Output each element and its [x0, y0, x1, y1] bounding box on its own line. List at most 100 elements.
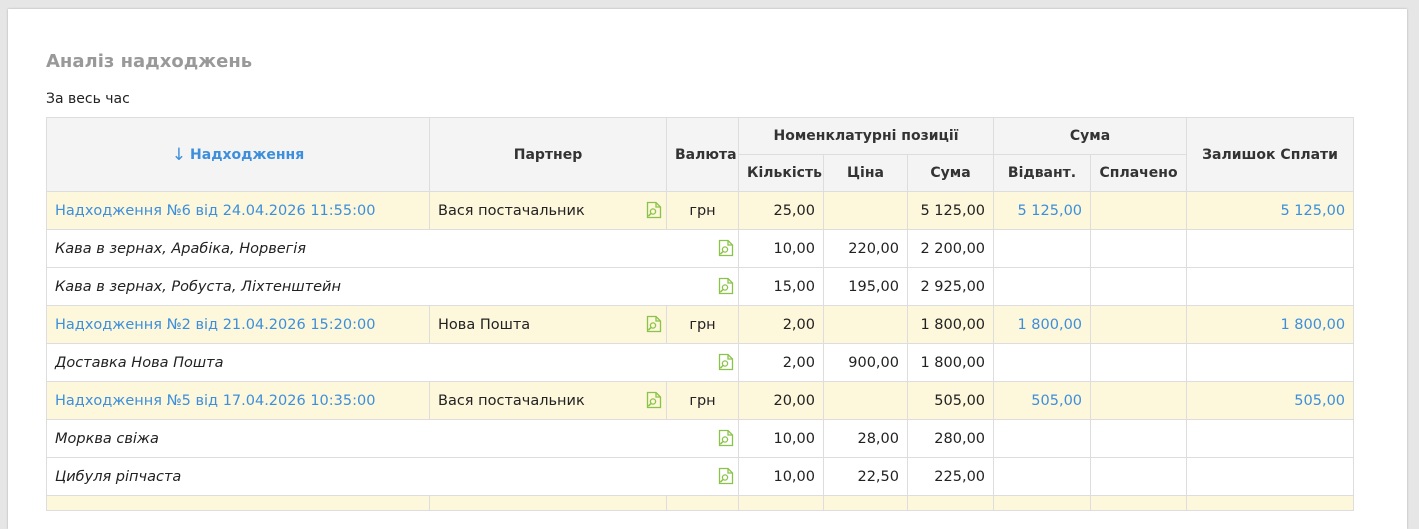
shipped-cell: [993, 419, 1092, 458]
item-name: Доставка Нова Пошта: [55, 354, 224, 371]
balance-cell: [1186, 267, 1355, 306]
shipped-link[interactable]: 1 800,00: [993, 305, 1092, 344]
amount-cell: 1 800,00: [906, 343, 995, 382]
column-header-paid: Сплачено: [1090, 154, 1188, 192]
shipped-cell: [993, 457, 1092, 496]
paid-cell: [1090, 267, 1188, 306]
document-search-icon[interactable]: [718, 277, 734, 295]
column-group-sum: Сума: [993, 117, 1188, 155]
qty-cell: 15,00: [738, 267, 824, 306]
document-search-icon[interactable]: [646, 315, 662, 333]
column-header-shipped: Відвант.: [993, 154, 1092, 192]
currency-cell: грн: [666, 381, 739, 420]
qty-cell: 10,00: [738, 229, 824, 268]
balance-cell: [1186, 229, 1355, 268]
column-header-receipt[interactable]: ↓ Надходження: [46, 117, 430, 192]
paid-cell: [1090, 343, 1188, 382]
item-name: Цибуля ріпчаста: [55, 468, 182, 485]
paid-cell: [1090, 381, 1188, 420]
balance-cell: [1186, 419, 1355, 458]
shipped-cell: [993, 267, 1092, 306]
shipped-cell: [993, 343, 1092, 382]
document-search-icon[interactable]: [718, 467, 734, 485]
price-cell: 195,00: [823, 267, 908, 306]
amount-cell: 505,00: [906, 381, 995, 420]
shipped-link[interactable]: 505,00: [993, 381, 1092, 420]
partial-cell: [993, 495, 1092, 511]
receipt-link[interactable]: Надходження №5 від 17.04.2026 10:35:00: [46, 381, 430, 420]
balance-link[interactable]: 1 800,00: [1186, 305, 1355, 344]
paid-cell: [1090, 457, 1188, 496]
item-name-cell: Кава в зернах, Робуста, Ліхтенштейн: [46, 267, 739, 306]
partial-cell: [906, 495, 995, 511]
column-group-positions: Номенклатурні позиції: [737, 117, 995, 155]
document-search-icon[interactable]: [646, 201, 662, 219]
item-name: Кава в зернах, Арабіка, Норвегія: [55, 240, 307, 257]
column-header-partner: Партнер: [429, 117, 667, 192]
balance-cell: [1186, 457, 1355, 496]
amount-cell: 2 925,00: [906, 267, 995, 306]
item-name-cell: Кава в зернах, Арабіка, Норвегія: [46, 229, 739, 268]
price-cell: 28,00: [823, 419, 908, 458]
arrow-down-icon: ↓: [171, 144, 187, 165]
column-header-qty: Кількість: [738, 154, 824, 192]
balance-link[interactable]: 5 125,00: [1186, 191, 1355, 230]
paid-cell: [1090, 305, 1188, 344]
amount-cell: 280,00: [906, 419, 995, 458]
amount-cell: 5 125,00: [906, 191, 995, 230]
period-label: За весь час: [46, 91, 130, 107]
paid-cell: [1090, 191, 1188, 230]
receipt-row: Надходження №5 від 17.04.2026 10:35:00 В…: [46, 381, 1355, 420]
partner-cell: Вася постачальник: [429, 381, 667, 420]
column-header-currency: Валюта: [666, 117, 739, 192]
amount-cell: 225,00: [906, 457, 995, 496]
price-cell: 220,00: [823, 229, 908, 268]
partner-cell: Нова Пошта: [429, 305, 667, 344]
qty-cell: 10,00: [738, 419, 824, 458]
item-row: Доставка Нова Пошта 2,00 900,00 1 800,00: [46, 343, 1355, 382]
partial-cell: [1186, 495, 1355, 511]
partial-cell: [1090, 495, 1188, 511]
receipt-row: Надходження №2 від 21.04.2026 15:20:00 Н…: [46, 305, 1355, 344]
qty-cell: 10,00: [738, 457, 824, 496]
receipt-link[interactable]: Надходження №2 від 21.04.2026 15:20:00: [46, 305, 430, 344]
balance-link[interactable]: 505,00: [1186, 381, 1355, 420]
page-title: Аналіз надходжень: [46, 51, 253, 72]
document-search-icon[interactable]: [718, 239, 734, 257]
item-name-cell: Морква свіжа: [46, 419, 739, 458]
item-row: Кава в зернах, Арабіка, Норвегія 10,00 2…: [46, 229, 1355, 268]
partner-name: Вася постачальник: [438, 202, 585, 219]
column-header-receipt-label: Надходження: [190, 146, 305, 163]
document-search-icon[interactable]: [718, 429, 734, 447]
item-name-cell: Цибуля ріпчаста: [46, 457, 739, 496]
amount-cell: 1 800,00: [906, 305, 995, 344]
partial-cell: [429, 495, 667, 511]
partner-cell: Вася постачальник: [429, 191, 667, 230]
item-row: Кава в зернах, Робуста, Ліхтенштейн 15,0…: [46, 267, 1355, 306]
receipt-link[interactable]: Надходження №6 від 24.04.2026 11:55:00: [46, 191, 430, 230]
item-name: Кава в зернах, Робуста, Ліхтенштейн: [55, 278, 341, 295]
shipped-cell: [993, 229, 1092, 268]
paid-cell: [1090, 419, 1188, 458]
column-header-price: Ціна: [823, 154, 908, 192]
item-name: Морква свіжа: [55, 430, 159, 447]
document-search-icon[interactable]: [718, 353, 734, 371]
sort-receipt-link[interactable]: ↓ Надходження: [171, 144, 305, 165]
paid-cell: [1090, 229, 1188, 268]
receipt-row: Надходження №6 від 24.04.2026 11:55:00 В…: [46, 191, 1355, 230]
item-row: Цибуля ріпчаста 10,00 22,50 225,00: [46, 457, 1355, 496]
balance-cell: [1186, 343, 1355, 382]
partner-name: Нова Пошта: [438, 316, 531, 333]
receipts-table: ↓ Надходження Партнер Валюта Номенклатурн…: [46, 117, 1355, 511]
partial-cell: [738, 495, 824, 511]
document-search-icon[interactable]: [646, 391, 662, 409]
price-cell: [823, 305, 908, 344]
partner-name: Вася постачальник: [438, 392, 585, 409]
item-row: Морква свіжа 10,00 28,00 280,00: [46, 419, 1355, 458]
table-body: Надходження №6 від 24.04.2026 11:55:00 В…: [46, 191, 1355, 511]
receipt-row-partial: [46, 495, 1355, 511]
price-cell: [823, 191, 908, 230]
item-name-cell: Доставка Нова Пошта: [46, 343, 739, 382]
qty-cell: 20,00: [738, 381, 824, 420]
shipped-link[interactable]: 5 125,00: [993, 191, 1092, 230]
